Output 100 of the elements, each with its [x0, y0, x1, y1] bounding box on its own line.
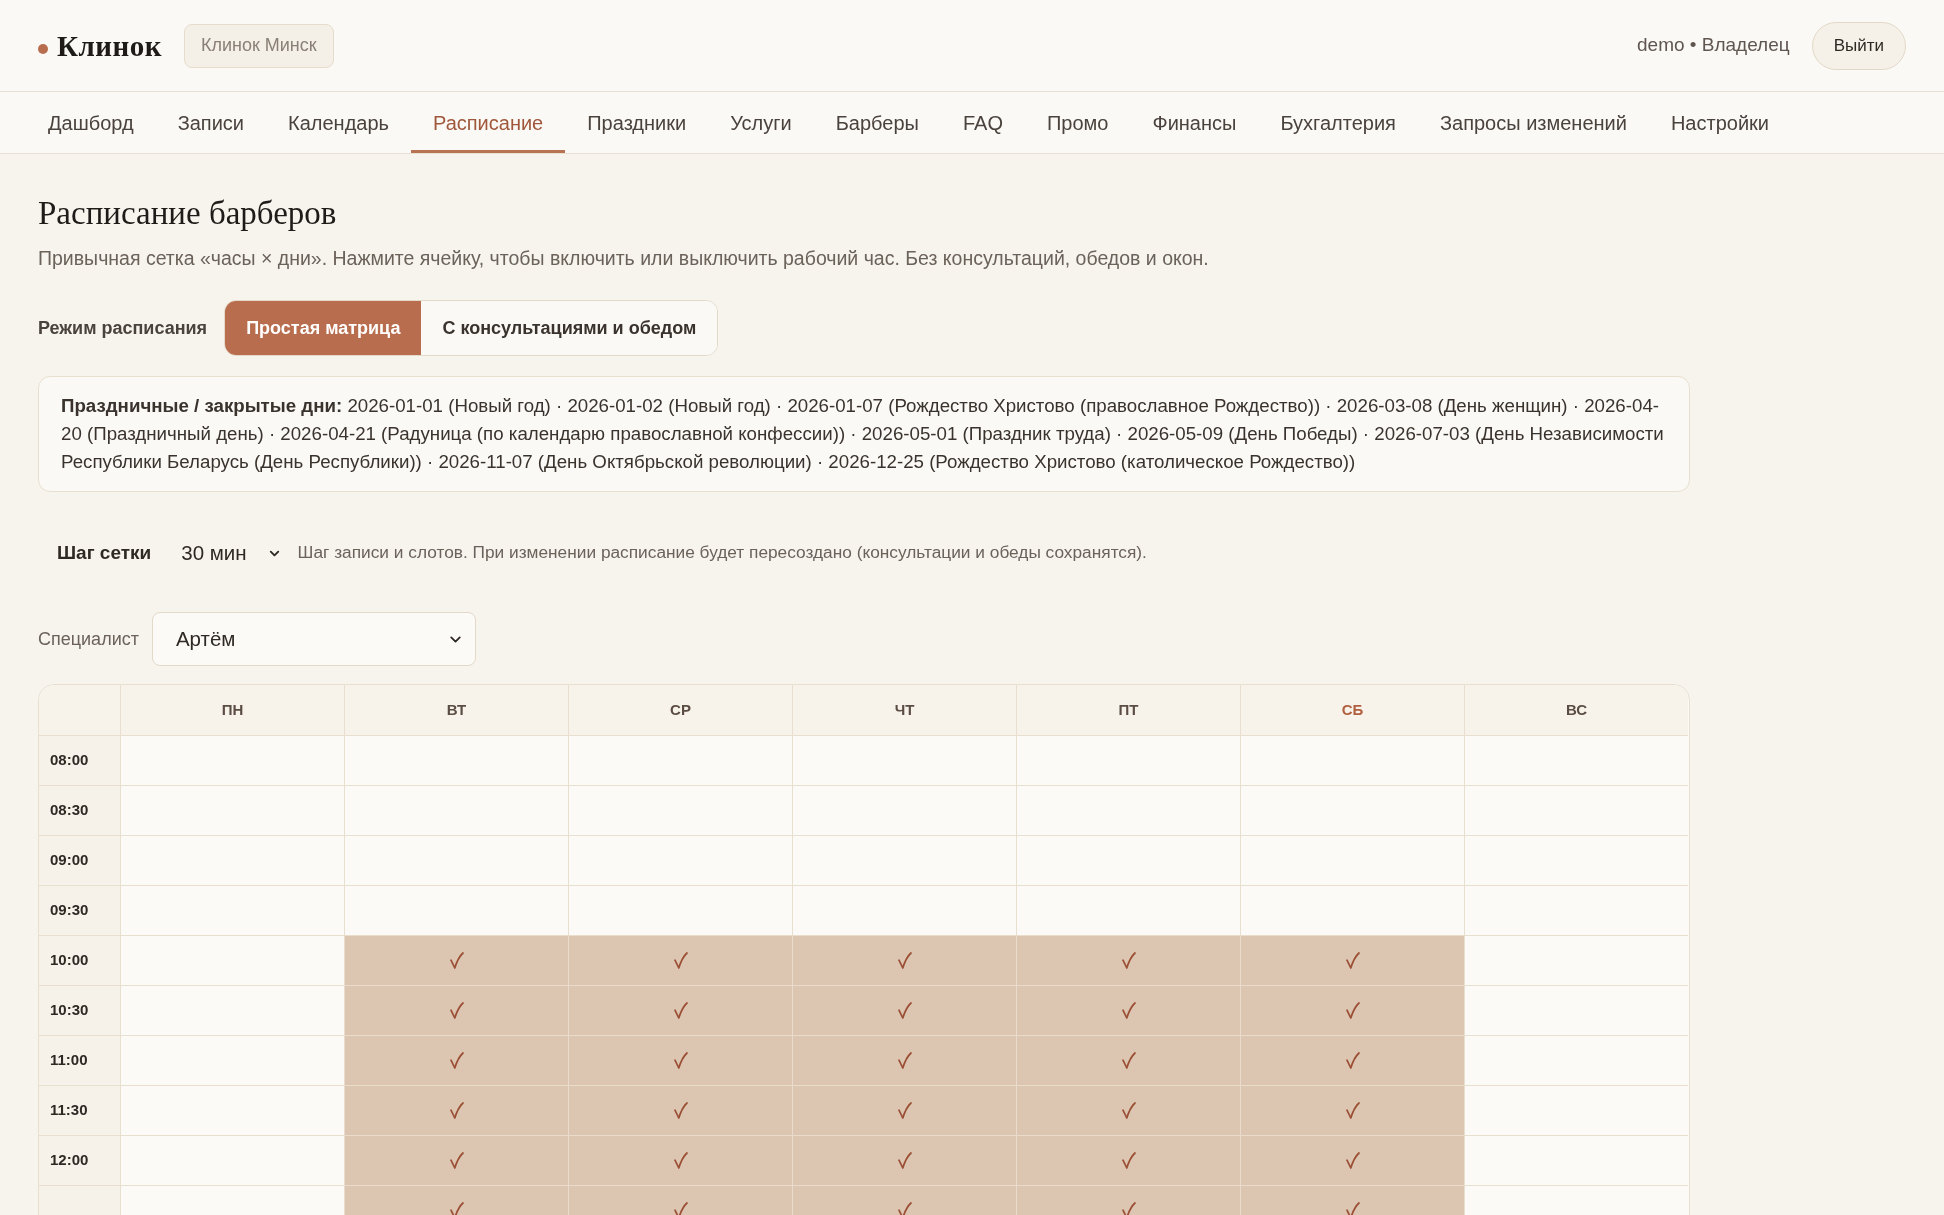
schedule-cell[interactable] [1464, 785, 1688, 835]
schedule-cell[interactable] [792, 735, 1016, 785]
schedule-cell[interactable] [568, 885, 792, 935]
schedule-cell[interactable] [120, 835, 344, 885]
nav-tab[interactable]: Календарь [266, 92, 411, 153]
specialist-select[interactable]: Артём [151, 612, 476, 666]
schedule-cell[interactable] [568, 735, 792, 785]
nav-tab[interactable]: Настройки [1648, 92, 1791, 153]
schedule-cell[interactable] [1016, 1085, 1240, 1135]
nav-tab[interactable]: FAQ [940, 92, 1025, 153]
schedule-cell[interactable] [120, 985, 344, 1035]
schedule-cell[interactable] [792, 885, 1016, 935]
nav-tab[interactable]: Расписание [410, 92, 566, 153]
schedule-cell[interactable] [568, 1135, 792, 1185]
schedule-cell[interactable] [792, 1035, 1016, 1085]
check-icon [1121, 1052, 1136, 1069]
schedule-cell[interactable] [120, 885, 344, 935]
schedule-cell[interactable] [1240, 785, 1464, 835]
schedule-cell[interactable] [1016, 1135, 1240, 1185]
nav-tab[interactable]: Промо [1024, 92, 1131, 153]
schedule-cell[interactable] [1016, 835, 1240, 885]
schedule-cell[interactable] [344, 735, 568, 785]
schedule-cell[interactable] [1464, 985, 1688, 1035]
schedule-cell[interactable] [120, 1035, 344, 1085]
schedule-cell[interactable] [1240, 1135, 1464, 1185]
check-icon [897, 1152, 912, 1169]
page-subtitle: Привычная сетка «часы × дни». Нажмите ячейку, чтобы включить или выключить рабочий час. Без консультаций, обедов и окон. [38, 246, 1210, 271]
check-icon [897, 1002, 912, 1019]
schedule-cell[interactable] [568, 835, 792, 885]
schedule-cell[interactable] [344, 835, 568, 885]
check-icon [449, 1052, 464, 1069]
schedule-cell[interactable] [344, 1135, 568, 1185]
schedule-cell[interactable] [1016, 1035, 1240, 1085]
check-icon [449, 1102, 464, 1119]
check-icon [673, 1202, 688, 1215]
schedule-cell[interactable] [344, 1035, 568, 1085]
schedule-cell[interactable] [344, 985, 568, 1035]
schedule-cell[interactable] [568, 785, 792, 835]
schedule-cell[interactable] [1240, 885, 1464, 935]
mode-segment-button[interactable]: Простая матрица [225, 301, 422, 355]
time-label: 11:30 [39, 1085, 120, 1135]
schedule-cell[interactable] [1464, 1135, 1688, 1185]
schedule-cell[interactable] [1240, 735, 1464, 785]
nav-tab[interactable]: Дашборд [26, 92, 156, 153]
schedule-cell[interactable] [1464, 1085, 1688, 1135]
schedule-cell[interactable] [568, 1085, 792, 1135]
day-header: СР [568, 685, 792, 735]
schedule-cell[interactable] [1016, 985, 1240, 1035]
logout-button[interactable]: Выйти [1811, 21, 1906, 70]
schedule-cell[interactable] [1240, 1085, 1464, 1135]
schedule-cell[interactable] [344, 1085, 568, 1135]
schedule-cell[interactable] [1464, 935, 1688, 985]
schedule-cell[interactable] [120, 935, 344, 985]
schedule-cell[interactable] [792, 935, 1016, 985]
schedule-cell[interactable] [1016, 735, 1240, 785]
schedule-cell[interactable] [792, 835, 1016, 885]
schedule-cell[interactable] [792, 785, 1016, 835]
nav-tab[interactable]: Барберы [813, 92, 941, 153]
user-role-text: demo • Владелец [1637, 33, 1790, 58]
check-icon [897, 952, 912, 969]
schedule-cell[interactable] [568, 1035, 792, 1085]
nav-tab[interactable]: Бухгалтерия [1258, 92, 1418, 153]
schedule-cell[interactable] [1464, 885, 1688, 935]
check-icon [449, 1152, 464, 1169]
schedule-cell[interactable] [1240, 1035, 1464, 1085]
nav-tab[interactable]: Праздники [565, 92, 709, 153]
schedule-cell[interactable] [1016, 935, 1240, 985]
nav-tab[interactable]: Финансы [1130, 92, 1259, 153]
check-icon [897, 1202, 912, 1215]
schedule-cell[interactable] [344, 885, 568, 935]
schedule-cell[interactable] [1464, 735, 1688, 785]
schedule-cell[interactable] [120, 1135, 344, 1185]
check-icon [1345, 1102, 1360, 1119]
specialist-label: Специалист [38, 627, 139, 651]
nav-tab[interactable]: Записи [155, 92, 266, 153]
schedule-cell[interactable] [568, 985, 792, 1035]
schedule-cell[interactable] [792, 985, 1016, 1035]
schedule-cell[interactable] [1240, 935, 1464, 985]
schedule-cell[interactable] [792, 1135, 1016, 1185]
branch-badge: Клинок Минск [183, 23, 334, 68]
nav-tab[interactable]: Услуги [708, 92, 814, 153]
schedule-cell[interactable] [120, 785, 344, 835]
schedule-cell[interactable] [1464, 835, 1688, 885]
schedule-cell[interactable] [1240, 835, 1464, 885]
schedule-cell[interactable] [120, 735, 344, 785]
schedule-cell[interactable] [344, 935, 568, 985]
schedule-cell[interactable] [1464, 1035, 1688, 1085]
schedule-cell[interactable] [792, 1085, 1016, 1135]
grid-step-select[interactable]: 30 мин [181, 533, 282, 573]
schedule-cell[interactable] [344, 785, 568, 835]
schedule-cell[interactable] [120, 1085, 344, 1135]
check-icon [1345, 952, 1360, 969]
check-icon [673, 952, 688, 969]
time-label: 12:00 [39, 1135, 120, 1185]
schedule-cell[interactable] [568, 935, 792, 985]
nav-tab[interactable]: Запросы изменений [1417, 92, 1649, 153]
schedule-cell[interactable] [1016, 785, 1240, 835]
schedule-cell[interactable] [1240, 985, 1464, 1035]
check-icon [1121, 952, 1136, 969]
schedule-cell[interactable] [1016, 885, 1240, 935]
